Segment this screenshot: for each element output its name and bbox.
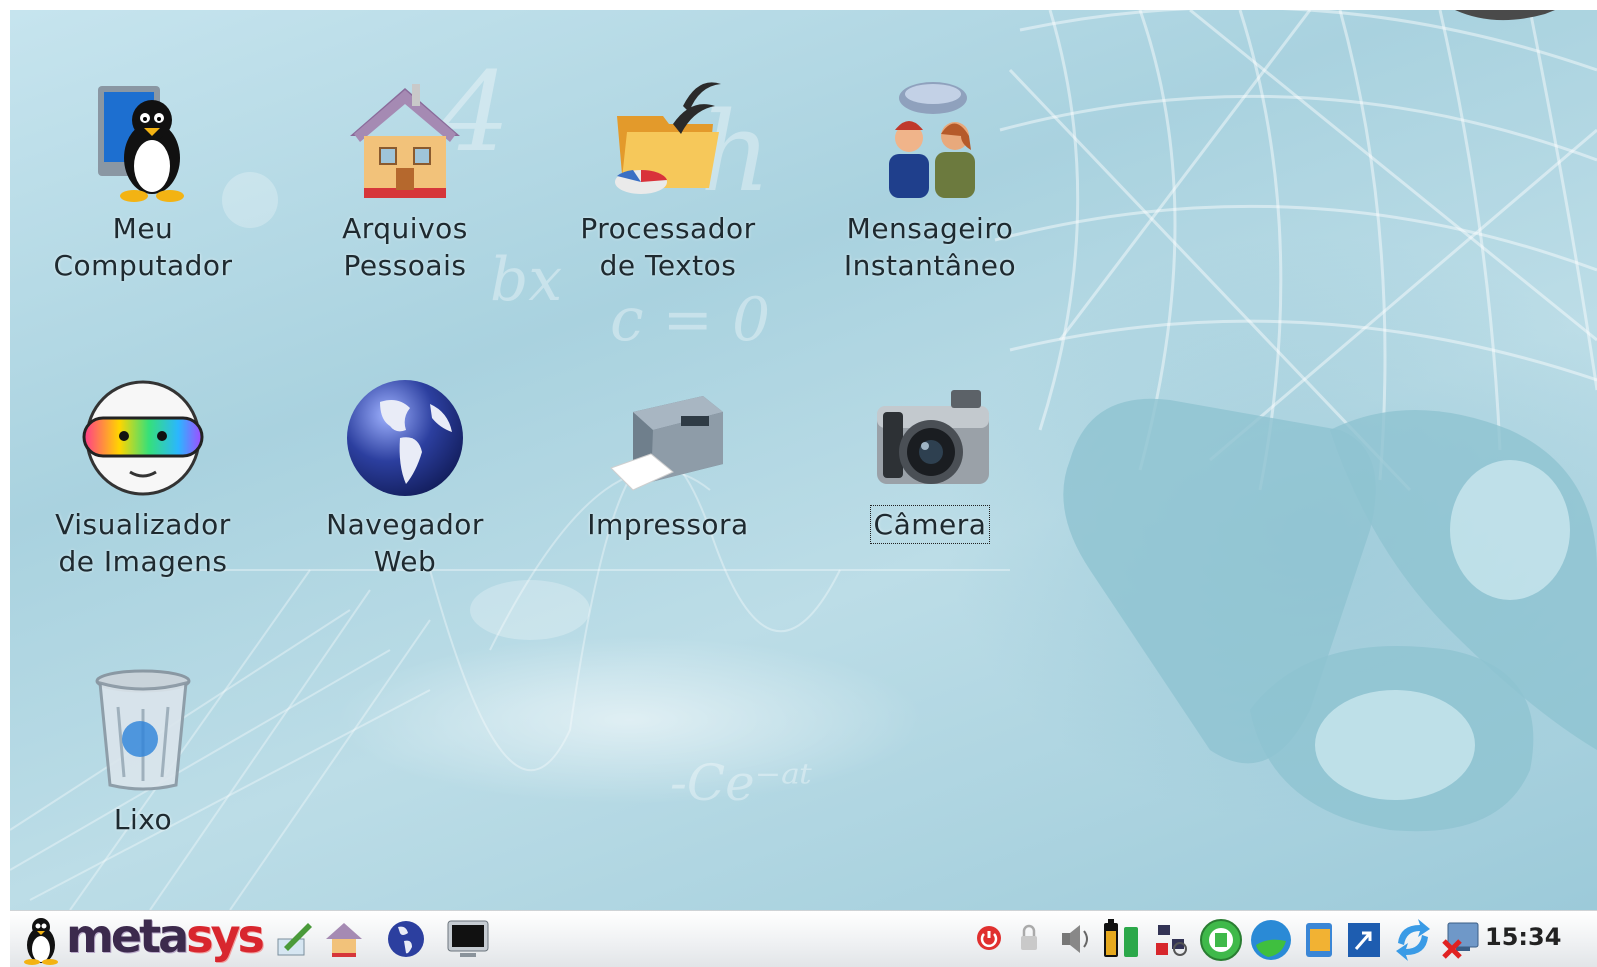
desktop-icon-impressora[interactable]: Impressora: [558, 372, 778, 543]
network-search-icon[interactable]: [1152, 919, 1192, 961]
taskbar: metasys 15:34: [10, 909, 1597, 967]
desktop-icon-label: Câmera: [869, 505, 991, 544]
word-processor-icon: [615, 82, 721, 194]
lock-icon[interactable]: [1016, 923, 1042, 953]
messenger-icon: [889, 82, 975, 198]
desktop-icon-label: Arquivos Pessoais: [342, 212, 468, 282]
clock[interactable]: 15:34: [1485, 923, 1561, 951]
desktop-icon-label: Impressora: [587, 508, 749, 541]
home-icon[interactable]: [322, 917, 366, 961]
desktop-icon-label: Mensageiro Instantâneo: [843, 212, 1017, 282]
start-menu-button[interactable]: metasys: [14, 909, 265, 967]
computer-tux-icon: [98, 86, 184, 202]
trash-icon: [95, 669, 191, 791]
battery-icon[interactable]: [1100, 917, 1150, 961]
svg-text:-Ce⁻ᵃᵗ: -Ce⁻ᵃᵗ: [670, 754, 812, 812]
desktop-icon-processador-de-textos[interactable]: Processador de Textos: [558, 76, 778, 284]
camera-icon: [877, 390, 989, 484]
notes-icon[interactable]: [1300, 919, 1340, 961]
desktop-icon-label: Navegador Web: [326, 508, 484, 578]
desktop-icon-label: Visualizador de Imagens: [55, 508, 231, 578]
distro-logo: metasys: [66, 909, 265, 963]
home-folder-icon: [350, 84, 460, 198]
update-icon[interactable]: [1390, 917, 1436, 963]
terminal-icon[interactable]: [444, 917, 492, 961]
desktop-icon-arquivos-pessoais[interactable]: Arquivos Pessoais: [295, 76, 515, 284]
edit-icon[interactable]: [272, 917, 316, 961]
tux-logo-icon: [24, 918, 58, 965]
window-icon[interactable]: [1344, 919, 1384, 961]
desktop-icon-lixo[interactable]: Lixo: [33, 667, 253, 838]
corner-decoration: [1455, 10, 1555, 21]
power-icon[interactable]: [974, 923, 1004, 953]
svg-text:c = 0: c = 0: [610, 285, 770, 355]
globe-icon[interactable]: [384, 917, 428, 961]
volume-icon[interactable]: [1056, 921, 1096, 957]
desktop-icon-mensageiro-instantaneo[interactable]: Mensageiro Instantâneo: [820, 76, 1040, 284]
desktop-icon-label: Lixo: [113, 803, 173, 836]
logo-text-accent: sys: [186, 909, 265, 963]
desktop-icon-visualizador-de-imagens[interactable]: Visualizador de Imagens: [33, 372, 253, 580]
desktop-icon-navegador-web[interactable]: Navegador Web: [295, 372, 515, 580]
desktop[interactable]: 4 h bx c = 0 -Ce⁻ᵃᵗ Meu Computador Arqui…: [10, 10, 1597, 910]
desktop-icon-meu-computador[interactable]: Meu Computador: [33, 76, 253, 284]
browser-icon[interactable]: [1248, 917, 1294, 963]
desktop-icon-label: Processador de Textos: [580, 212, 756, 282]
printer-icon: [610, 396, 723, 491]
desktop-icon-label: Meu Computador: [53, 212, 233, 282]
desktop-icon-camera[interactable]: Câmera: [820, 372, 1040, 544]
web-browser-globe-icon: [347, 380, 463, 496]
logo-text-main: meta: [66, 909, 189, 963]
image-viewer-icon: [82, 380, 204, 496]
network-disconnected-icon[interactable]: [1438, 917, 1484, 963]
circle-app-icon[interactable]: [1198, 917, 1244, 963]
